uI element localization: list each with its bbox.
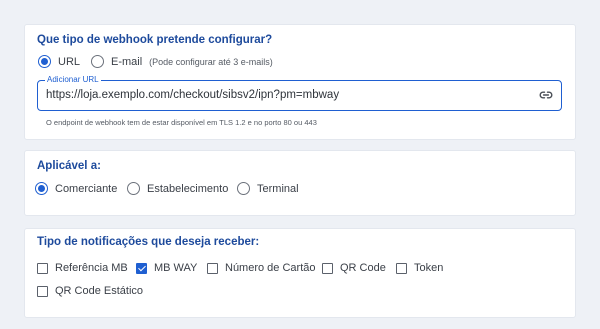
checkbox-qr-code-estatico-box[interactable] [37,285,48,297]
url-field-label: Adicionar URL [45,74,101,85]
checkbox-numero-cartao-box[interactable] [207,262,218,274]
checkbox-numero-cartao[interactable]: Número de Cartão [207,262,316,274]
webhook-type-heading: Que tipo de webhook pretende configurar? [37,34,273,46]
checkbox-token-label: Token [414,262,444,274]
checkbox-qr-code-box[interactable] [322,262,333,274]
checkbox-mb-way-box[interactable] [136,262,147,274]
radio-terminal-label: Terminal [257,182,299,195]
radio-terminal-indicator[interactable] [237,182,250,195]
radio-estabelecimento-label: Estabelecimento [147,182,229,195]
applicable-heading: Aplicável a: [37,160,101,172]
checkbox-token[interactable]: Token [396,262,443,274]
radio-comerciante[interactable]: Comerciante [35,182,117,195]
radio-email-indicator[interactable] [91,55,104,68]
checkbox-qr-code-estatico-label: QR Code Estático [55,285,144,297]
checkbox-referencia-mb[interactable]: Referência MB [37,262,128,274]
radio-comerciante-label: Comerciante [55,182,118,195]
radio-url-label: URL [58,55,81,68]
radio-terminal[interactable]: Terminal [237,182,299,195]
checkbox-qr-code-estatico[interactable]: QR Code Estático [37,285,143,297]
checkbox-referencia-mb-label: Referência MB [55,262,128,274]
notifications-card: Tipo de notificações que deseja receber:… [24,228,576,318]
notifications-heading: Tipo de notificações que deseja receber: [37,236,260,248]
link-icon[interactable] [539,89,553,101]
checkbox-numero-cartao-label: Número de Cartão [225,262,316,274]
radio-estabelecimento[interactable]: Estabelecimento [127,182,228,195]
url-helper-text: O endpoint de webhook tem de estar dispo… [46,118,317,127]
applicable-card: Aplicável a: Comerciante Estabelecimento… [24,150,576,216]
webhook-type-card: Que tipo de webhook pretende configurar?… [24,24,576,140]
url-input[interactable] [46,87,516,103]
checkbox-qr-code-label: QR Code [340,262,386,274]
checkbox-mb-way-label: MB WAY [154,262,198,274]
url-field[interactable]: Adicionar URL [37,74,562,111]
radio-url[interactable]: URL [38,55,80,68]
radio-email[interactable]: E-mail (Pode configurar até 3 e-mails) [91,55,273,68]
radio-comerciante-indicator[interactable] [35,182,48,195]
radio-url-indicator[interactable] [38,55,51,68]
checkbox-qr-code[interactable]: QR Code [322,262,386,274]
radio-email-label: E-mail [111,55,143,68]
checkbox-mb-way[interactable]: MB WAY [136,262,197,274]
radio-email-hint: (Pode configurar até 3 e-mails) [149,56,273,67]
checkbox-token-box[interactable] [396,262,407,274]
checkbox-referencia-mb-box[interactable] [37,262,48,274]
radio-estabelecimento-indicator[interactable] [127,182,140,195]
